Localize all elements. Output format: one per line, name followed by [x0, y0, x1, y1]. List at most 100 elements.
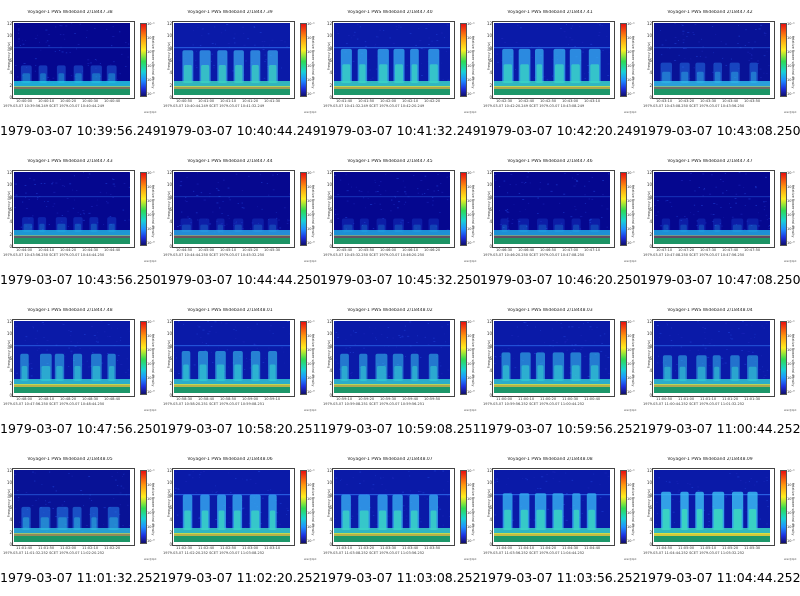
panel-caption: 1979-03-07 10:47:08.250: [640, 272, 800, 287]
x-tick-label: 10:44:30: [82, 248, 99, 252]
x-tick-label: 11:00:00: [496, 397, 513, 401]
y-axis-label: Frequency (kHz): [327, 190, 331, 220]
colorbar-label: relative power spectral density: [791, 334, 795, 387]
x-tick-label: 10:48:40: [104, 397, 121, 401]
panel-caption: 1979-03-07 10:43:56.250: [0, 272, 161, 287]
x-tick-label: 10:41:30: [264, 99, 281, 103]
x-tick-label: 10:45:20: [242, 248, 259, 252]
colorbar: [620, 172, 627, 246]
x-tick-label: 10:58:30: [176, 397, 193, 401]
colorbar-tick-label: 10⁻¹: [787, 22, 795, 26]
x-tick-label: 10:58:50: [220, 397, 237, 401]
x-tick-label: 11:01:20: [722, 397, 739, 401]
plot-area: [492, 319, 615, 397]
x-tick-label: 11:00:40: [584, 397, 601, 401]
y-axis-label: Frequency (kHz): [327, 41, 331, 71]
panel-caption: 1979-03-07 10:40:44.249: [160, 123, 321, 138]
panel-title: Voyager-1 PWS Wideband 2/18447.44: [187, 159, 273, 164]
x-tick-label: 10:47:10: [656, 248, 673, 252]
x-tick-label: 10:59:40: [402, 397, 419, 401]
x-tick-label: 10:48:30: [82, 397, 99, 401]
x-tick-label: 10:41:40: [336, 99, 353, 103]
x-tick-label: 10:48:00: [16, 397, 33, 401]
plot-area: [652, 170, 775, 248]
panel-caption: 1979-03-07 11:04:44.252: [640, 570, 800, 585]
spectrogram-image: [174, 321, 290, 393]
credit-text: wisr@ilpli: [624, 260, 637, 263]
y-axis-label: Frequency (kHz): [487, 41, 491, 71]
credit-text: wisr@ilpli: [304, 558, 317, 561]
x-tick-label: 11:04:00: [496, 546, 513, 550]
panel-title: Voyager-1 PWS Wideband 2/18448.02: [347, 308, 433, 313]
spectrogram-image: [14, 321, 130, 393]
x-tick-label: 10:42:00: [380, 99, 397, 103]
x-tick-label: 11:04:20: [540, 546, 557, 550]
colorbar-tick-label: 10⁻¹: [787, 469, 795, 473]
x-tick-label: 10:43:30: [700, 99, 717, 103]
x-tick-label: 10:42:30: [496, 99, 513, 103]
panel-title: Voyager-1 PWS Wideband 2/18447.38: [27, 10, 113, 15]
colorbar-tick-label: 10⁻⁶: [147, 92, 155, 96]
x-tick-label: 10:41:00: [198, 99, 215, 103]
spectrogram-panel: Voyager-1 PWS Wideband 2/18447.44 12 10 8 6 4…: [160, 149, 321, 298]
spectrogram-panel: Voyager-1 PWS Wideband 2/18447.45 12 10 8 6 4…: [320, 149, 481, 298]
credit-text: wisr@ilpli: [304, 111, 317, 114]
spectrogram-image: [14, 470, 130, 542]
x-tick-label: 11:00:50: [656, 397, 673, 401]
spectrogram-image: [334, 23, 450, 95]
colorbar-tick-label: 10⁻¹: [307, 320, 315, 324]
colorbar-tick-label: 10⁻¹: [467, 171, 475, 175]
plot-area: [492, 468, 615, 546]
colorbar-label: relative power spectral density: [631, 334, 635, 387]
y-axis-label: Frequency (kHz): [167, 41, 171, 71]
y-axis-label: Frequency (kHz): [327, 488, 331, 518]
colorbar: [460, 23, 467, 97]
credit-text: wisr@ilpli: [144, 558, 157, 561]
x-tick-label: 11:03:40: [402, 546, 419, 550]
x-tick-label: 10:59:50: [424, 397, 441, 401]
panel-caption: 1979-03-07 10:47:56.250: [0, 421, 161, 436]
x-tick-label: 10:59:00: [242, 397, 259, 401]
time-range-label: 1979-03-07 10:40:44.249 SCET 1979-03-07 …: [163, 104, 265, 108]
time-range-label: 1979-03-07 11:00:44.252 SCET 1979-03-07 …: [643, 402, 745, 406]
x-tick-label: 10:46:20: [424, 248, 441, 252]
colorbar: [780, 321, 787, 395]
x-tick-label: 10:59:20: [358, 397, 375, 401]
colorbar-tick-label: 10⁻¹: [627, 22, 635, 26]
panel-caption: 1979-03-07 11:00:44.252: [640, 421, 800, 436]
x-tick-label: 11:05:10: [700, 546, 717, 550]
colorbar-tick-label: 10⁻⁶: [307, 390, 315, 394]
colorbar-tick-label: 10⁻¹: [147, 171, 155, 175]
colorbar: [460, 172, 467, 246]
x-tick-label: 10:43:10: [656, 99, 673, 103]
spectrogram-panel: Voyager-1 PWS Wideband 2/18447.41 12 10 8 6 4…: [480, 0, 641, 149]
spectrogram-image: [334, 172, 450, 244]
time-range-label: 1979-03-07 10:43:08.250 SCET 1979-03-07 …: [643, 104, 745, 108]
credit-text: wisr@ilpli: [624, 558, 637, 561]
colorbar-label: relative power spectral density: [471, 483, 475, 536]
colorbar-label: relative power spectral density: [471, 334, 475, 387]
x-tick-label: 11:04:30: [562, 546, 579, 550]
y-axis-label: Frequency (kHz): [167, 339, 171, 369]
colorbar-tick-label: 10⁻⁶: [147, 390, 155, 394]
x-tick-label: 10:46:30: [496, 248, 513, 252]
x-tick-label: 11:02:30: [176, 546, 193, 550]
x-tick-label: 10:48:10: [38, 397, 55, 401]
colorbar-label: relative power spectral density: [311, 483, 315, 536]
y-axis-label: Frequency (kHz): [7, 190, 11, 220]
x-tick-label: 10:46:10: [402, 248, 419, 252]
credit-text: wisr@ilpli: [784, 111, 797, 114]
x-tick-label: 10:44:10: [38, 248, 55, 252]
y-axis-label: Frequency (kHz): [487, 190, 491, 220]
colorbar-tick-label: 10⁻⁶: [627, 92, 635, 96]
y-axis-label: Frequency (kHz): [647, 190, 651, 220]
spectrogram-image: [654, 470, 770, 542]
colorbar-tick-label: 10⁻⁶: [147, 241, 155, 245]
x-tick-label: 10:40:10: [38, 99, 55, 103]
colorbar-tick-label: 10⁻¹: [467, 22, 475, 26]
x-tick-label: 10:46:50: [540, 248, 557, 252]
x-tick-label: 11:03:50: [424, 546, 441, 550]
x-tick-label: 11:05:20: [722, 546, 739, 550]
x-tick-label: 11:02:10: [82, 546, 99, 550]
y-axis-label: Frequency (kHz): [647, 339, 651, 369]
